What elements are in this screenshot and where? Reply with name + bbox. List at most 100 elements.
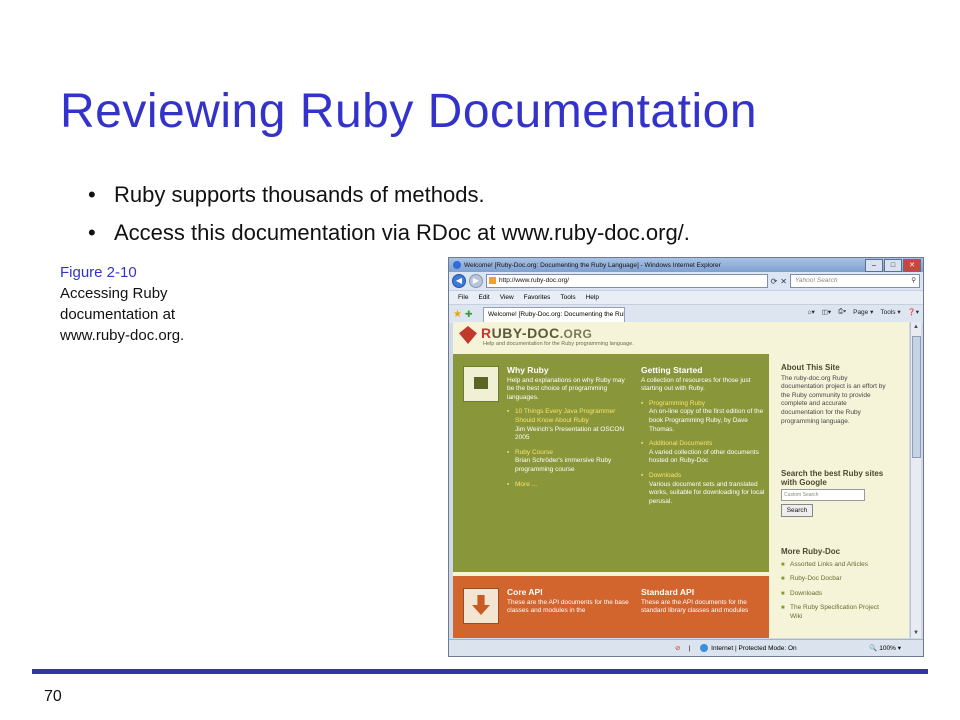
link-ruby-course[interactable]: Ruby Course [515,449,553,456]
stop-icon[interactable]: ✕ [780,277,787,286]
site-header: RUBY-DOC.ORG Help and documentation for … [453,322,909,352]
list-item: ▪ Ruby Course Brian Schröder's immersive R… [507,448,612,473]
sidebar-link[interactable]: ■ The Ruby Specification Project Wiki [781,604,891,621]
more-title: More Ruby-Doc [781,547,841,556]
link-java-programmers[interactable]: 10 Things Every Java Programmer Should K… [515,408,615,424]
sidebar-link-text: Ruby-Doc Docbar [790,575,842,583]
bullet-text: Access this documentation via RDoc at ww… [114,220,690,245]
menu-edit[interactable]: Edit [478,294,489,301]
browser-window: Welcome! [Ruby-Doc.org: Documenting the … [448,257,924,657]
about-text: The ruby-doc.org Ruby documentation proj… [781,374,886,425]
bullet-list: • Ruby supports thousands of methods. • Ac… [88,176,690,252]
sidebar-search: Search the best Ruby sites with Google C… [781,469,891,518]
feeds-icon[interactable]: ◫▾ [822,308,831,316]
tools-menu-label: Tools [880,309,896,316]
link-downloads[interactable]: Downloads [649,472,681,479]
status-separator-icon: | [688,644,691,652]
sidebar-about: About This Site The ruby-doc.org Ruby do… [781,363,891,426]
sidebar-more: More Ruby-Doc ■ Assorted Links and Articl… [781,547,891,628]
menu-bar: File Edit View Favorites Tools Help [449,290,923,305]
bullet-item: • Ruby supports thousands of methods. [88,182,485,207]
sidebar-link[interactable]: ■ Ruby-Doc Docbar [781,575,891,584]
menu-file[interactable]: File [458,294,468,301]
logo-org: .ORG [559,327,593,341]
tools-menu[interactable]: Tools ▾ [880,308,900,316]
menu-help[interactable]: Help [586,294,599,301]
print-icon[interactable]: ⎙▾ [838,308,846,316]
item-desc: Various document sets and translated wor… [649,480,765,505]
logo-rest: UBY-DOC [491,325,560,341]
link-programming-ruby[interactable]: Programming Ruby [649,400,705,407]
sidebar-link[interactable]: ■ Downloads [781,590,891,599]
footer-rule [32,669,928,674]
sidebar-link-text: Assorted Links and Articles [790,560,869,568]
figure-caption-text: Accessing Ruby documentation at www.ruby… [60,285,185,344]
item-desc: A varied collection of other documents h… [649,448,759,465]
getting-started-column: Getting Started A collection of resource… [641,366,765,512]
scroll-up-icon[interactable]: ▲ [913,324,919,330]
search-icon[interactable]: ⚲ [911,275,916,287]
zoom-text: 100% [879,645,896,652]
core-api-title[interactable]: Core API [507,588,633,597]
window-title: Welcome! [Ruby-Doc.org: Documenting the … [464,261,721,269]
google-search-input[interactable]: Custom Search [781,489,865,502]
menu-favorites[interactable]: Favorites [524,294,551,301]
why-ruby-column: Why Ruby Help and explanations on why Ru… [507,366,633,495]
page-menu[interactable]: Page ▾ [853,308,873,316]
why-ruby-title: Why Ruby [507,365,549,375]
link-additional-documents[interactable]: Additional Documents [649,440,712,447]
list-item: ▪ 10 Things Every Java Programmer Should … [507,408,625,442]
standard-api-column: Standard API These are the API documents… [641,588,765,616]
core-api-column: Core API These are the API documents for… [507,588,633,616]
tab-rubydoc[interactable]: Welcome! [Ruby-Doc.org: Documenting the … [483,306,625,322]
ruby-gem-icon [459,326,477,344]
about-title: About This Site [781,363,840,372]
page-number: 70 [44,688,62,705]
getting-started-title: Getting Started [641,365,703,375]
scroll-thumb[interactable] [912,336,921,458]
tab-bar: ★ ✚ Welcome! [Ruby-Doc.org: Documenting … [449,305,923,323]
zoom-level[interactable]: 🔍 100% ▾ [869,644,901,652]
sidebar-link-text: The Ruby Specification Project Wiki [790,604,879,620]
scroll-down-icon[interactable]: ▼ [913,630,919,636]
link-more[interactable]: More ... [515,481,537,488]
refresh-icon[interactable]: ⟳ [771,277,778,286]
close-button[interactable]: ✕ [903,259,921,272]
site-logo[interactable]: RUBY-DOC.ORG [481,325,592,341]
sidebar-link[interactable]: ■ Assorted Links and Articles [781,561,891,570]
logo-r: R [481,325,492,341]
forward-button[interactable]: ▶ [469,274,483,288]
help-icon[interactable]: ❓▾ [908,308,919,316]
download-arrow-icon [463,588,499,624]
lock-icon [463,366,499,402]
minimize-button[interactable]: – [865,259,883,272]
search-input[interactable]: Yahoo! Search ⚲ [790,274,920,288]
item-desc: An on-line copy of the first edition of … [649,408,764,433]
google-search-button[interactable]: Search [781,504,813,518]
home-icon[interactable]: ⌂▾ [808,308,815,316]
add-favorite-icon[interactable]: ✚ [465,309,477,320]
security-zone[interactable]: Internet | Protected Mode: On [700,644,797,652]
address-field[interactable]: http://www.ruby-doc.org/ [486,274,768,288]
why-ruby-desc: Help and explanations on why Ruby may be… [507,376,625,401]
menu-tools[interactable]: Tools [560,294,575,301]
bullet-item: • Access this documentation via RDoc at w… [88,220,690,245]
list-item: ▪ More ... [507,480,538,488]
page-viewport: RUBY-DOC.ORG Help and documentation for … [453,322,909,638]
back-button[interactable]: ◀ [452,274,466,288]
bullet-text: Ruby supports thousands of methods. [114,182,485,207]
sidebar-link-text: Downloads [790,589,823,597]
address-text: http://www.ruby-doc.org/ [499,277,570,284]
popup-blocked-icon[interactable]: ⊘ [675,644,680,652]
menu-view[interactable]: View [500,294,514,301]
globe-icon [700,644,709,652]
search-title: Search the best Ruby sites with Google [781,469,884,487]
vertical-scrollbar[interactable]: ▲ ▼ [910,322,921,638]
list-item: ▪ Programming Ruby An on-line copy of the … [641,399,764,433]
favorites-star-icon[interactable]: ★ [453,309,465,320]
standard-api-title[interactable]: Standard API [641,588,765,597]
maximize-button[interactable]: □ [884,259,902,272]
google-search-placeholder: Custom Search [784,492,819,499]
address-toolbar: ◀ ▶ http://www.ruby-doc.org/ ⟳ ✕ Yahoo! … [449,272,923,290]
core-api-desc: These are the API documents for the base… [507,598,629,615]
